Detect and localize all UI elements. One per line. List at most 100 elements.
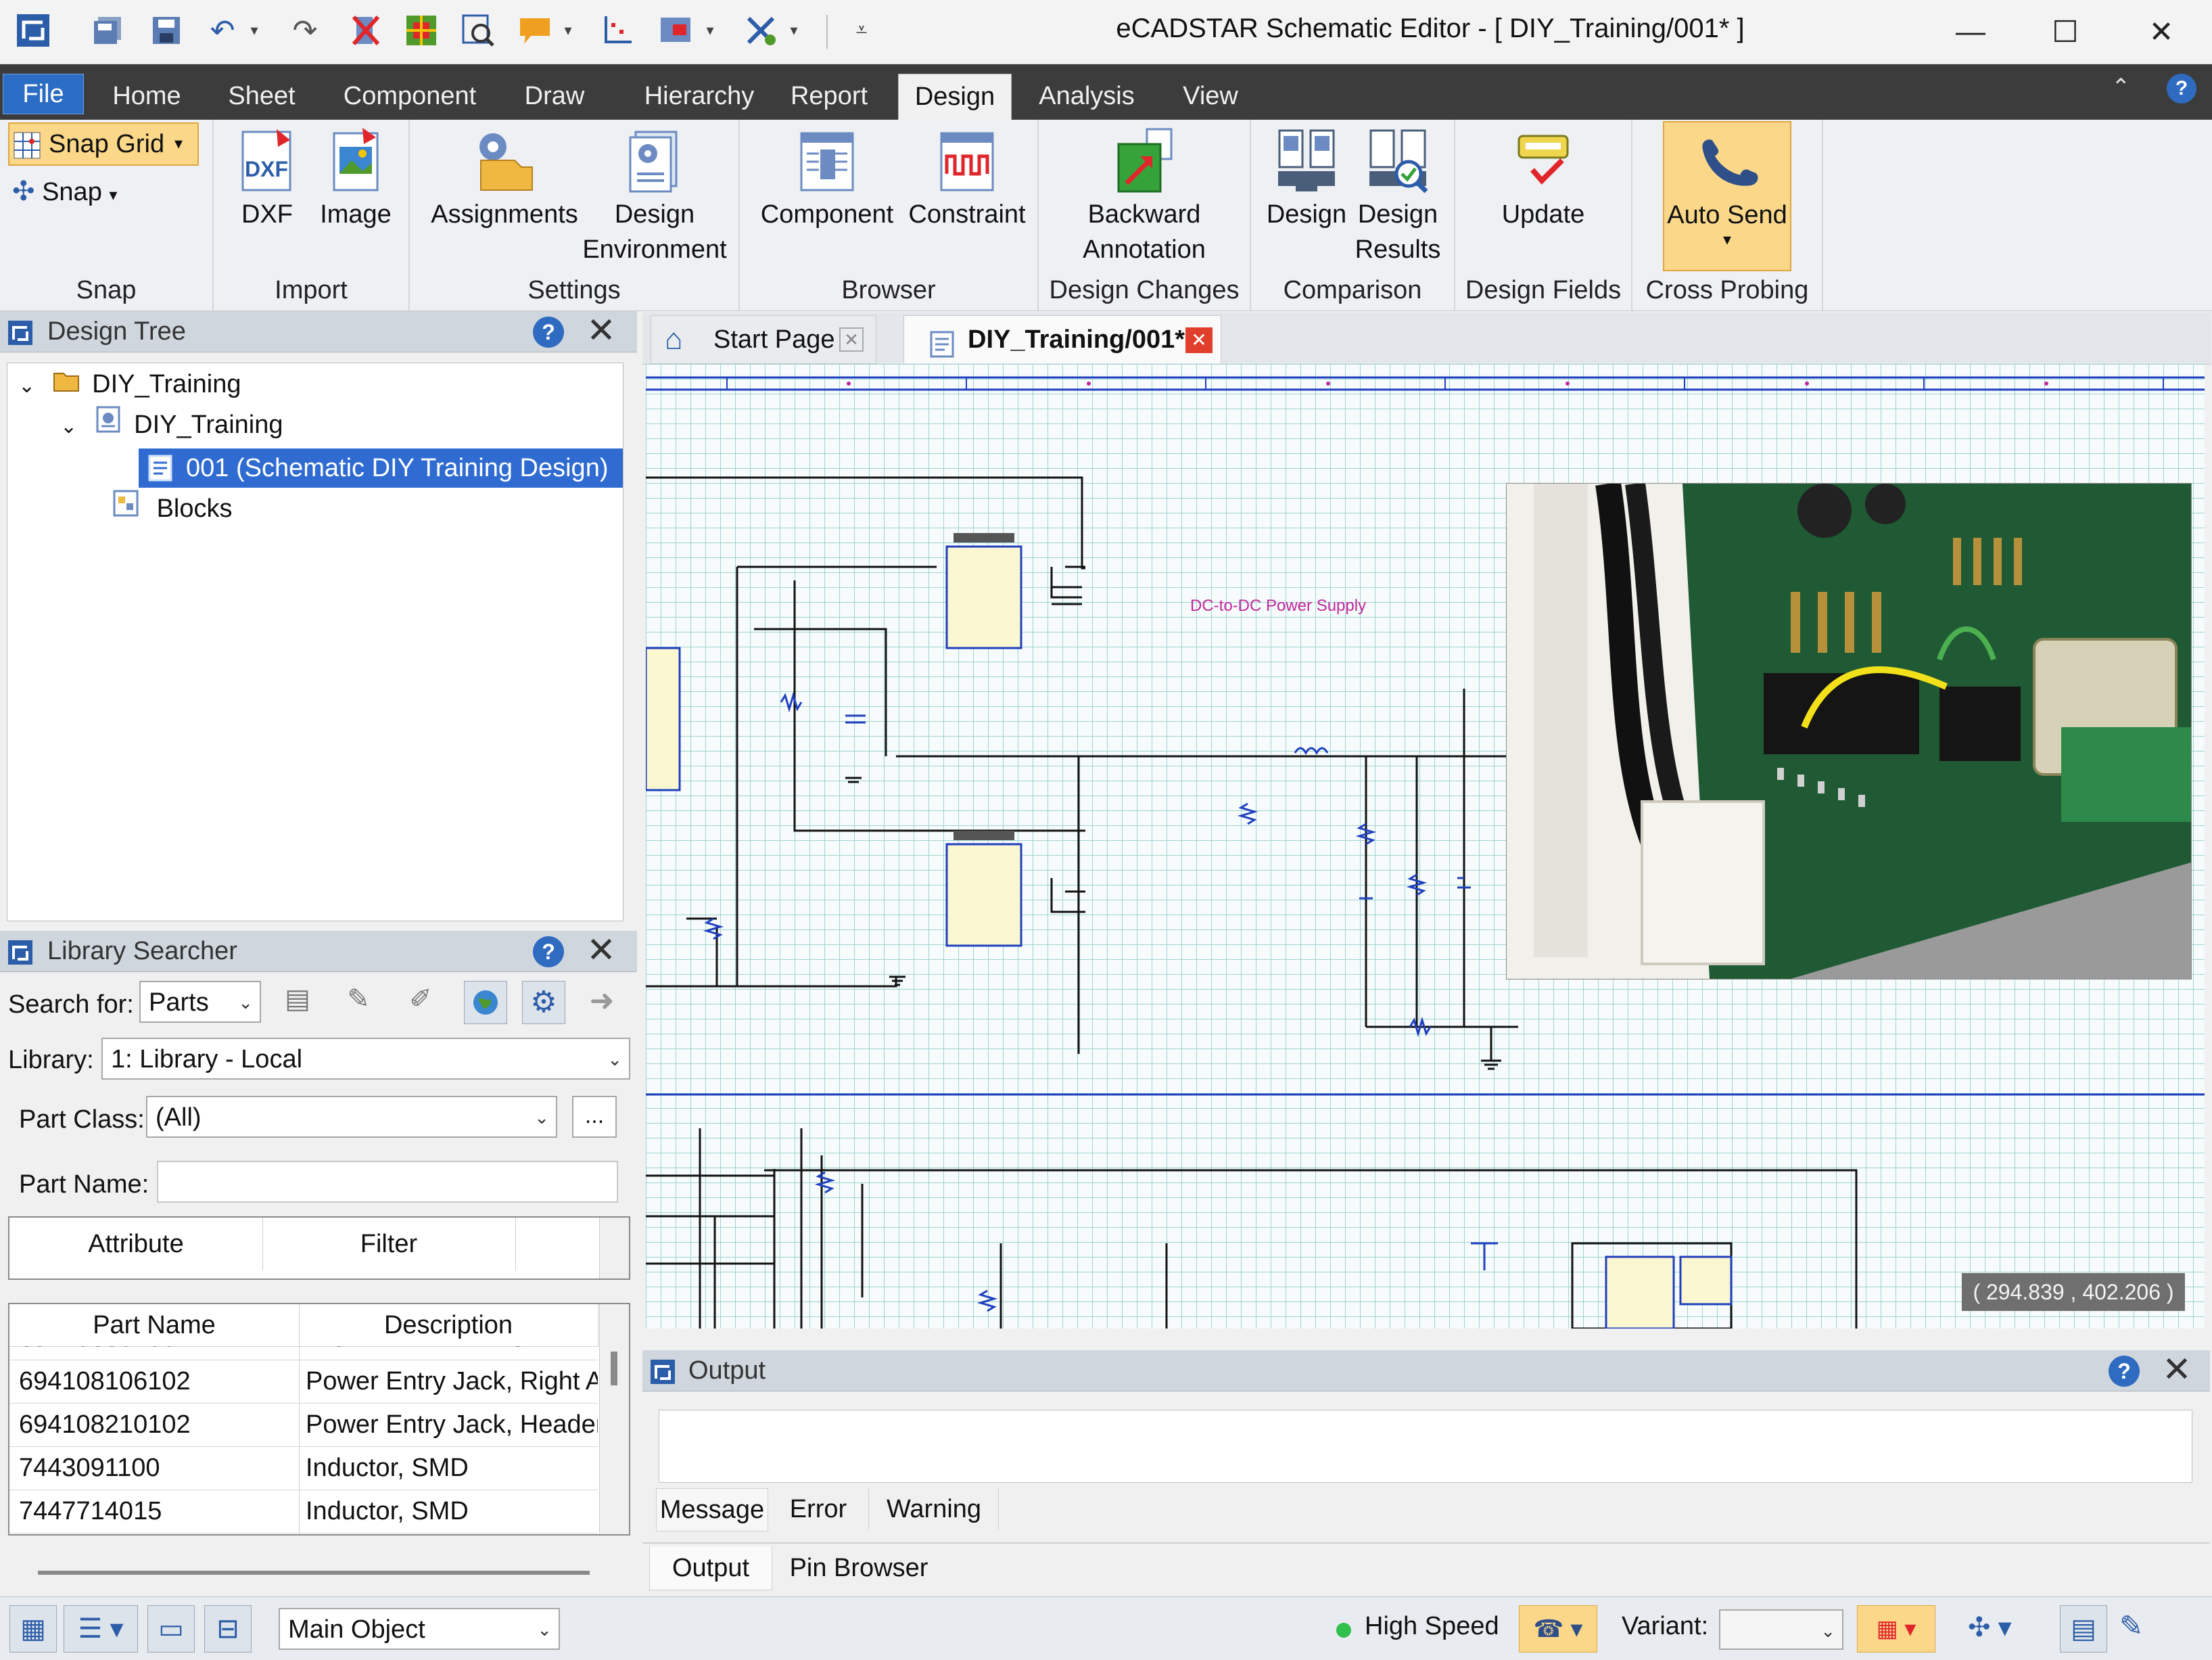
undo-icon[interactable]: ↶ xyxy=(202,9,243,51)
comment-icon[interactable] xyxy=(514,9,556,51)
close-button[interactable]: ✕ xyxy=(2114,0,2209,64)
output-log[interactable] xyxy=(659,1410,2192,1483)
close-tab-icon[interactable]: ✕ xyxy=(839,327,864,352)
help-icon[interactable]: ? xyxy=(2109,1356,2140,1387)
snap-mode-icon[interactable]: ✣ ▾ xyxy=(1968,1612,2012,1643)
arrow-right-icon[interactable]: ➜ xyxy=(583,984,621,1021)
design-environment-button[interactable]: Design Environment xyxy=(575,126,734,267)
part-list-icon[interactable]: ▤ xyxy=(279,984,316,1021)
tree-item-project[interactable]: ⌄ DIY_Training xyxy=(18,365,241,404)
table-row[interactable]: 7447714015 Inductor, SMD xyxy=(9,1490,598,1534)
close-tab-icon[interactable]: ✕ xyxy=(1185,327,1213,353)
minimize-button[interactable]: — xyxy=(1923,0,2018,64)
tab-warning[interactable]: Warning xyxy=(870,1488,999,1530)
auto-send-button[interactable]: Auto Send ▾ xyxy=(1663,121,1791,271)
menu-hierarchy[interactable]: Hierarchy xyxy=(618,74,780,120)
table-row[interactable]: 694108210102 Power Entry Jack, Header xyxy=(9,1403,598,1447)
view-icon[interactable] xyxy=(656,9,698,51)
chevron-down-icon[interactable]: ⌄ xyxy=(18,367,45,406)
attribute-column-header[interactable]: Attribute xyxy=(9,1218,263,1270)
dxf-button[interactable]: DXF DXF xyxy=(230,126,304,232)
customize-icon[interactable]: ⩡ xyxy=(852,9,871,51)
tree-view-icon[interactable]: ⊟ xyxy=(204,1605,252,1653)
tree-item-design[interactable]: ⌄ DIY_Training xyxy=(60,405,283,444)
backward-annotation-button[interactable]: Backward Annotation xyxy=(1052,126,1236,267)
snap-grid-button[interactable]: Snap Grid ▾ xyxy=(8,122,199,166)
menu-sheet[interactable]: Sheet xyxy=(211,74,312,120)
menu-design[interactable]: Design xyxy=(898,74,1012,120)
component-icon[interactable] xyxy=(400,9,442,51)
snap-button[interactable]: ✣ Snap ▾ xyxy=(12,171,147,212)
table-row[interactable]: 7443091100 Inductor, SMD xyxy=(9,1446,598,1490)
zoom-icon[interactable] xyxy=(457,9,499,51)
part-name-input[interactable] xyxy=(157,1161,618,1203)
axis-icon[interactable] xyxy=(596,9,638,51)
tab-message[interactable]: Message xyxy=(656,1488,768,1531)
chevron-down-icon[interactable]: ⌄ xyxy=(60,407,87,446)
scrollbar-thumb[interactable] xyxy=(611,1352,617,1385)
constraint-browser-button[interactable]: Constraint xyxy=(901,126,1033,232)
tab-pin-browser[interactable]: Pin Browser xyxy=(778,1546,940,1590)
comment-dropdown-icon[interactable]: ▾ xyxy=(559,9,578,51)
save-icon[interactable] xyxy=(145,9,187,51)
tab-diy-training-001[interactable]: DIY_Training/001* ✕ xyxy=(903,315,1221,363)
help-icon[interactable]: ? xyxy=(533,317,564,348)
part-class-more-button[interactable]: ... xyxy=(572,1096,617,1138)
design-compare-button[interactable]: Design xyxy=(1262,126,1351,232)
menu-component[interactable]: Component xyxy=(329,74,491,120)
window-icon[interactable]: ▭ xyxy=(147,1605,195,1653)
design-results-button[interactable]: Design Results xyxy=(1352,126,1443,267)
brush-icon[interactable]: ✐ xyxy=(402,984,440,1021)
edit-part-icon[interactable]: ✎ xyxy=(339,984,377,1021)
undo-dropdown-icon[interactable]: ▾ xyxy=(245,9,264,51)
update-button[interactable]: Update xyxy=(1496,126,1591,232)
object-select[interactable]: Main Object ⌄ xyxy=(279,1608,560,1650)
app-icon[interactable] xyxy=(12,9,54,51)
collapse-ribbon-icon[interactable]: ⌃ xyxy=(2111,74,2131,101)
pcb-photo[interactable] xyxy=(1506,483,2192,979)
delete-icon[interactable] xyxy=(345,9,387,51)
vertical-scrollbar[interactable] xyxy=(599,1304,629,1534)
schematic-canvas[interactable]: DC-to-DC Power Supply ( 294.839 , 402.20… xyxy=(646,364,2205,1329)
redo-icon[interactable]: ↷ xyxy=(284,9,326,51)
tab-output[interactable]: Output xyxy=(649,1546,772,1590)
library-select[interactable]: 1: Library - Local ⌄ xyxy=(101,1038,630,1080)
menu-file[interactable]: File xyxy=(3,74,84,114)
cross-probe-status-button[interactable]: ☎ ▾ xyxy=(1519,1605,1597,1653)
variant-select[interactable]: ⌄ xyxy=(1719,1609,1843,1650)
part-class-select[interactable]: (All) ⌄ xyxy=(146,1096,557,1138)
list-view-icon[interactable]: ☰ ▾ xyxy=(64,1605,138,1653)
menu-draw[interactable]: Draw xyxy=(507,74,602,120)
save-all-icon[interactable] xyxy=(88,9,130,51)
filter-column-header[interactable]: Filter xyxy=(262,1218,516,1270)
description-column-header[interactable]: Description xyxy=(299,1304,598,1347)
close-icon[interactable]: ✕ xyxy=(2160,1350,2194,1391)
close-icon[interactable]: ✕ xyxy=(584,931,618,971)
horizontal-scrollbar[interactable] xyxy=(38,1571,590,1575)
image-button[interactable]: Image xyxy=(315,126,396,232)
menu-view[interactable]: View xyxy=(1163,74,1258,120)
grid-snap-status-button[interactable]: ▦ ▾ xyxy=(1857,1605,1935,1653)
view-dropdown-icon[interactable]: ▾ xyxy=(701,9,720,51)
menu-report[interactable]: Report xyxy=(782,74,876,120)
tree-item-sheet-selected[interactable]: 001 (Schematic DIY Training Design) xyxy=(139,448,623,488)
search-for-select[interactable]: Parts ⌄ xyxy=(139,981,261,1023)
close-icon[interactable]: ✕ xyxy=(584,311,618,352)
menu-analysis[interactable]: Analysis xyxy=(1029,74,1144,120)
console-icon[interactable]: ▤ xyxy=(2060,1605,2107,1653)
help-icon[interactable]: ? xyxy=(533,936,564,967)
help-icon[interactable]: ? xyxy=(2167,74,2196,103)
edit-notes-icon[interactable]: ✎ xyxy=(2119,1609,2143,1642)
maximize-button[interactable]: ☐ xyxy=(2018,0,2113,64)
table-row[interactable]: 694108106102 Power Entry Jack, Right A xyxy=(9,1360,598,1404)
assignments-button[interactable]: Assignments xyxy=(423,126,586,232)
tab-error[interactable]: Error xyxy=(768,1488,869,1530)
tree-item-blocks[interactable]: Blocks xyxy=(112,489,232,528)
tool-dropdown-icon[interactable]: ▾ xyxy=(784,9,803,51)
tool-icon[interactable] xyxy=(740,9,782,51)
part-name-column-header[interactable]: Part Name xyxy=(9,1304,300,1347)
settings-gear-icon[interactable]: ⚙ xyxy=(522,981,565,1024)
tab-start-page[interactable]: ⌂ Start Page ✕ xyxy=(651,315,876,364)
web-search-icon[interactable] xyxy=(464,981,507,1024)
component-browser-button[interactable]: Component xyxy=(756,126,898,232)
